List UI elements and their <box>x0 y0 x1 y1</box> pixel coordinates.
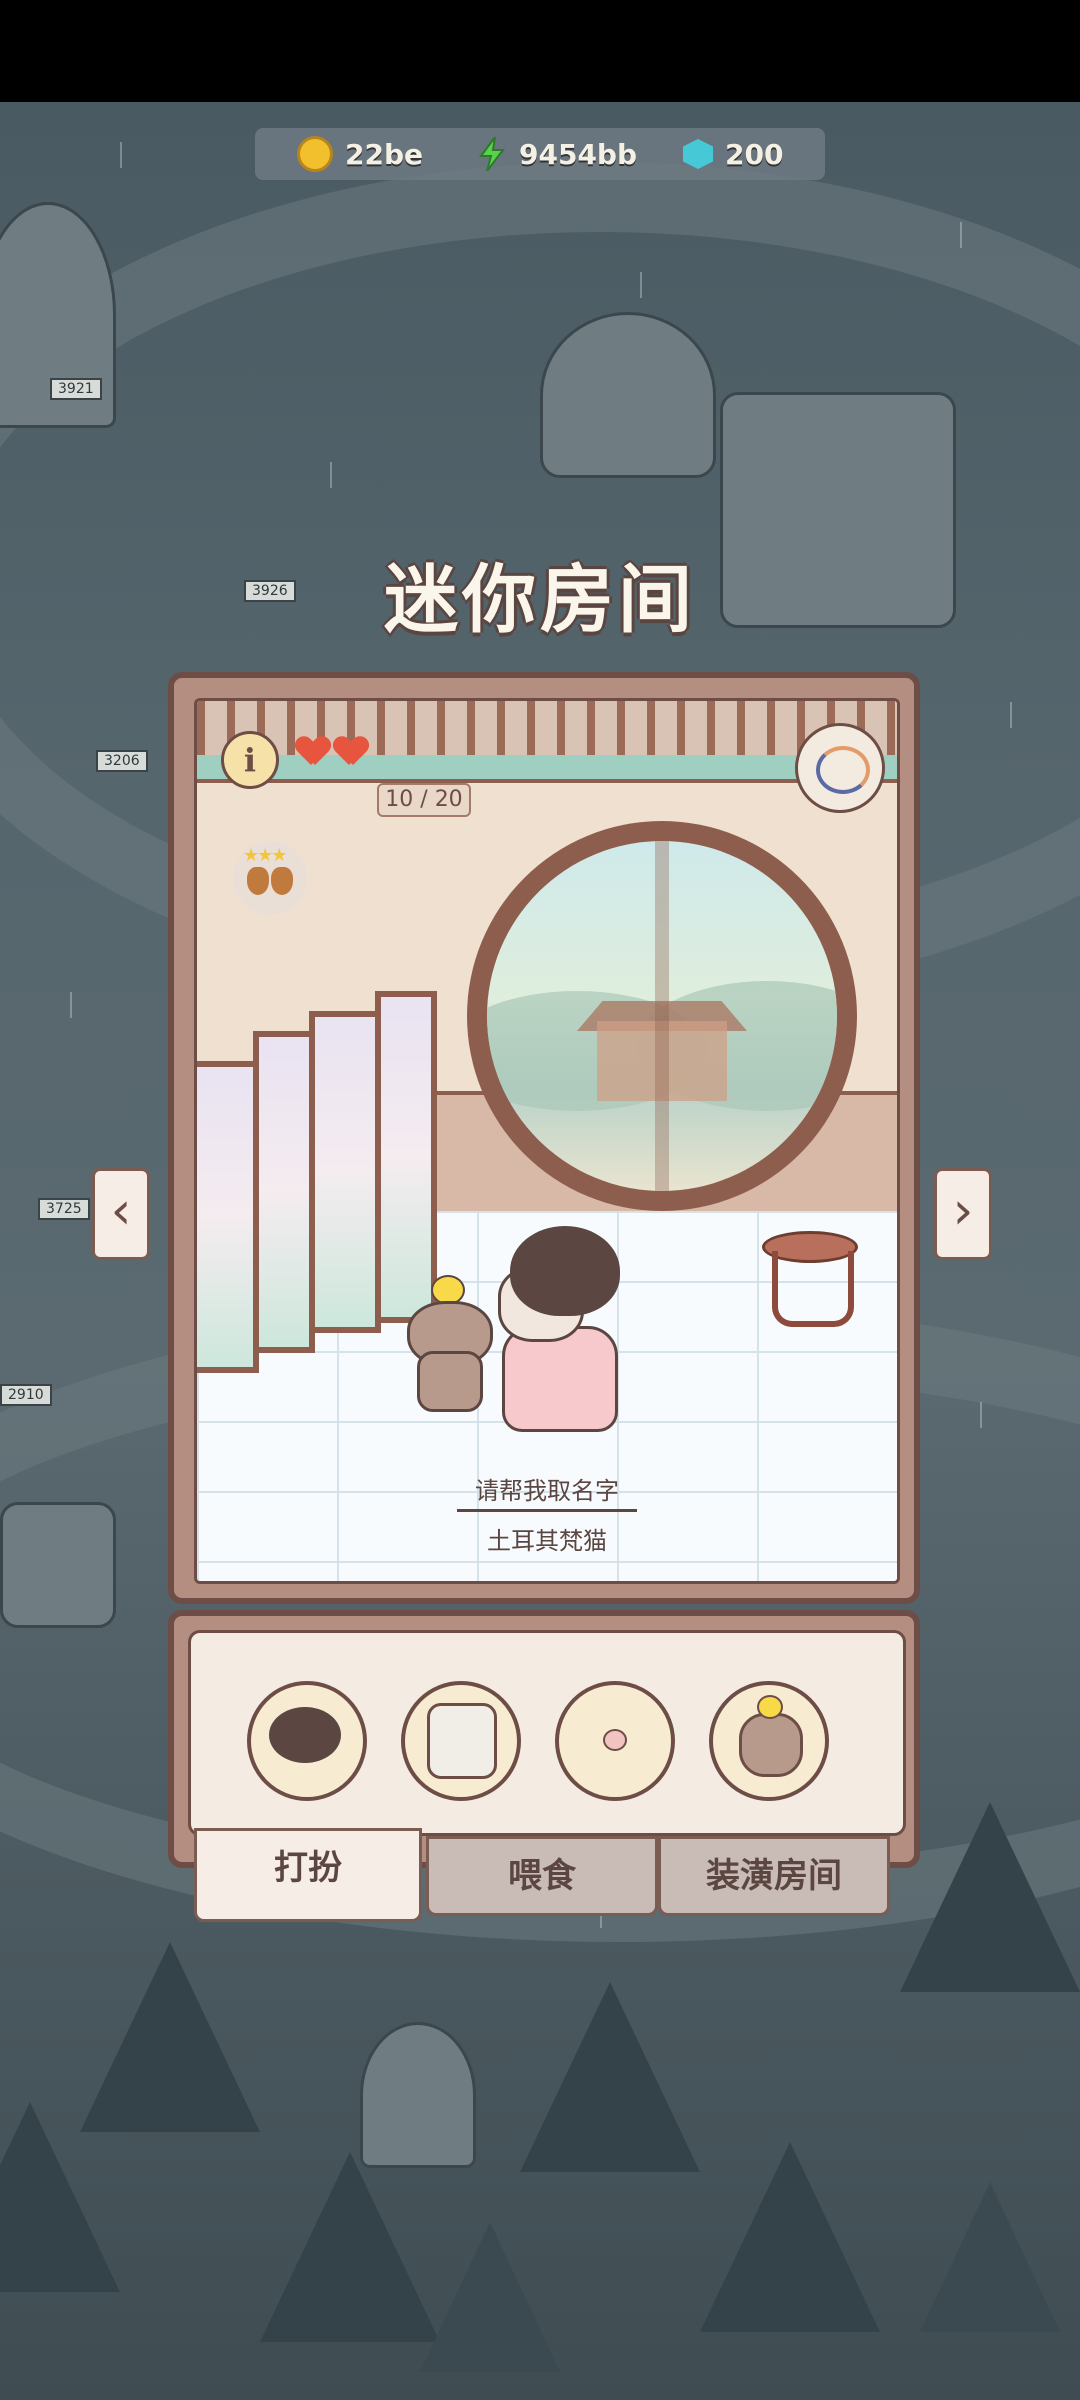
wig-icon <box>269 1707 341 1763</box>
moon-window <box>467 821 857 1211</box>
coin-value: 22be <box>345 137 423 171</box>
name-prompt[interactable]: 请帮我取名字 <box>197 1471 897 1506</box>
raindrop <box>330 462 332 488</box>
tab-feed[interactable]: 喂食 <box>426 1836 658 1916</box>
pine-tree <box>420 2222 560 2372</box>
room-frame: i 10 / 20 ★★★ 请帮我取名字 土耳其梵猫 <box>168 672 920 1604</box>
item-slot-wig[interactable] <box>247 1681 367 1801</box>
gravestone <box>360 2022 476 2168</box>
pine-tree <box>260 2152 440 2342</box>
acorn-icon <box>247 867 269 895</box>
raindrop <box>980 1402 982 1428</box>
puppy-pet[interactable] <box>407 1275 493 1412</box>
gem-value: 200 <box>725 137 784 171</box>
raindrop <box>120 142 122 168</box>
chick-icon <box>757 1695 783 1719</box>
stool-body <box>772 1251 854 1327</box>
item-tray <box>188 1630 906 1836</box>
nose-icon <box>603 1729 627 1751</box>
gem-icon <box>683 139 713 169</box>
mini-room[interactable]: i 10 / 20 ★★★ 请帮我取名字 土耳其梵猫 <box>194 698 900 1584</box>
raindrop <box>960 222 962 248</box>
name-underline <box>457 1509 637 1512</box>
energy-counter[interactable]: 9454bb <box>477 128 637 180</box>
puppy-pet-icon <box>739 1713 803 1777</box>
cat-wig <box>510 1226 620 1316</box>
pine-tree <box>700 2142 880 2332</box>
cat-outfit <box>502 1326 618 1432</box>
wooden-stool[interactable] <box>762 1231 858 1331</box>
room-counter: 10 / 20 <box>377 783 471 817</box>
next-room-button[interactable]: › <box>934 1168 992 1260</box>
swap-cat-button[interactable] <box>795 723 885 813</box>
screen-panel <box>375 991 437 1323</box>
plot-sign-3725: 3725 <box>38 1198 90 1220</box>
pine-tree <box>0 2102 120 2292</box>
currency-bar: 22be 9454bb 200 <box>255 128 825 180</box>
raindrop <box>1010 702 1012 728</box>
acorn-icon <box>271 867 293 895</box>
coin-icon <box>297 136 333 172</box>
heart-icon <box>335 737 367 767</box>
screen-panel <box>309 1011 381 1333</box>
energy-value: 9454bb <box>519 137 638 171</box>
plot-sign-3921: 3921 <box>50 378 102 400</box>
plot-sign-3206: 3206 <box>96 750 148 772</box>
tab-decorate-room[interactable]: 装潢房间 <box>658 1836 890 1916</box>
screen-panel <box>197 1061 259 1373</box>
hearts <box>297 737 367 767</box>
star-icons: ★★★ <box>243 845 287 866</box>
status-bar <box>0 0 1080 102</box>
screen-panel <box>253 1031 315 1353</box>
gem-counter[interactable]: 200 <box>683 128 783 180</box>
breed-label: 土耳其梵猫 <box>487 1527 607 1555</box>
pine-tree <box>900 1802 1080 1992</box>
plot-sign-2910: 2910 <box>0 1384 52 1406</box>
item-slot-outfit[interactable] <box>401 1681 521 1801</box>
pine-tree <box>920 2182 1060 2332</box>
heart-icon <box>297 737 329 767</box>
acorn-rating-badge[interactable]: ★★★ <box>233 841 307 915</box>
outfit-icon <box>427 1703 497 1779</box>
pine-tree <box>520 1982 700 2172</box>
fishbowl-building[interactable] <box>540 312 716 478</box>
cat-character[interactable] <box>492 1226 632 1432</box>
raindrop <box>70 992 72 1018</box>
prev-room-button[interactable]: ‹ <box>92 1168 150 1260</box>
page-title: 迷你房间 <box>384 557 696 643</box>
raindrop <box>640 272 642 298</box>
lightning-icon <box>479 137 506 171</box>
window-grid <box>487 841 837 1191</box>
window-scenery <box>487 841 837 1191</box>
well-building[interactable] <box>0 1502 116 1628</box>
coin-counter[interactable]: 22be <box>297 128 423 180</box>
info-button[interactable]: i <box>221 731 279 789</box>
puppy-body <box>417 1351 483 1412</box>
tab-dress-up[interactable]: 打扮 <box>194 1828 422 1922</box>
item-slot-pet[interactable] <box>709 1681 829 1801</box>
folding-screen[interactable] <box>197 991 437 1373</box>
item-slot-nose[interactable] <box>555 1681 675 1801</box>
